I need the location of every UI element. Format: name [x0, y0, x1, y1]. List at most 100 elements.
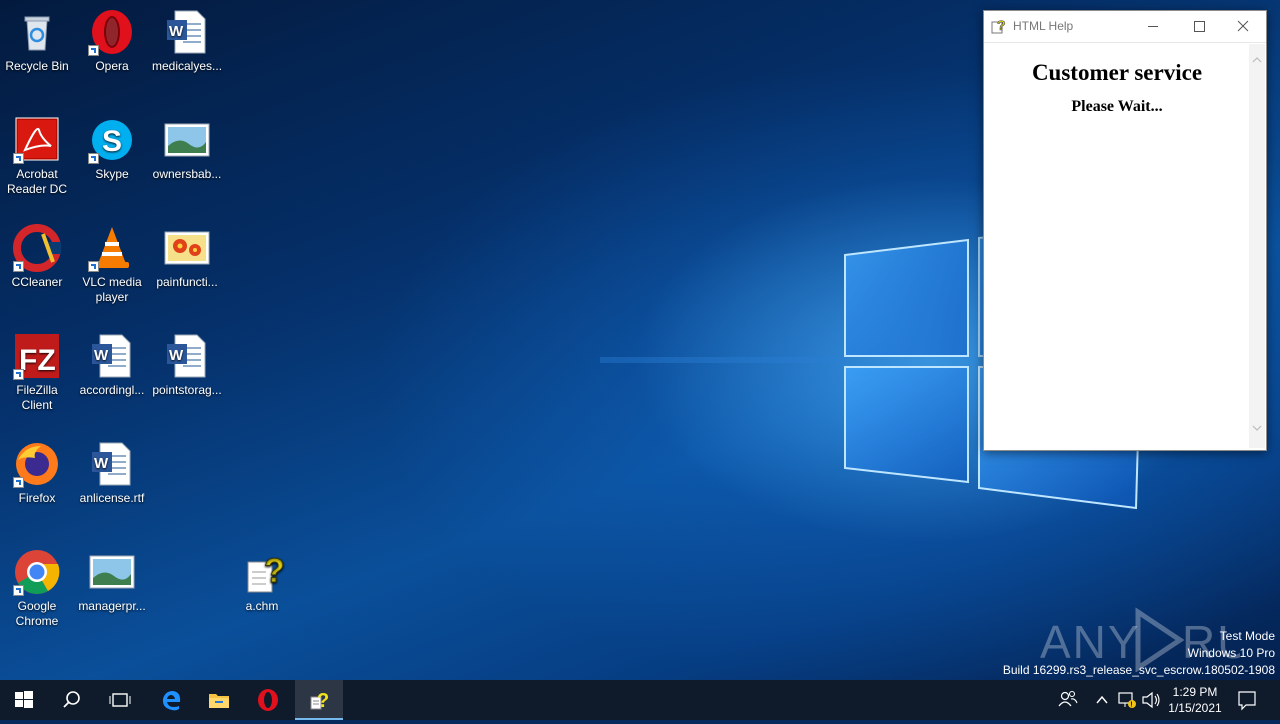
close-button[interactable] — [1220, 11, 1266, 42]
desktop-icon-chrome[interactable]: Google Chrome — [1, 548, 73, 629]
desktop-icon-vlc[interactable]: VLC media player — [76, 224, 148, 305]
desktop-icon-label: pointstorag... — [152, 383, 222, 397]
desktop-icon-label: Skype — [95, 167, 129, 181]
help-heading: Customer service — [1031, 60, 1203, 85]
svg-text:W: W — [94, 455, 109, 472]
taskbar: ? ! 1:29 PM 1/15/2021 — [0, 680, 1280, 720]
volume-icon — [1142, 691, 1160, 709]
svg-text:W: W — [169, 23, 184, 40]
window-title: HTML Help — [1013, 19, 1074, 33]
desktop-icon-accordingl[interactable]: W accordingl... — [76, 332, 148, 398]
watermark-line: Windows 10 Pro — [1187, 646, 1275, 660]
clock[interactable]: 1:29 PM 1/15/2021 — [1164, 684, 1226, 716]
window-titlebar[interactable]: ? HTML Help — [984, 11, 1266, 43]
image-file-icon — [88, 548, 136, 596]
minimize-icon — [1148, 26, 1158, 27]
acrobat-reader-icon — [13, 116, 61, 164]
action-center-button[interactable] — [1234, 680, 1260, 720]
desktop-icon-label: VLC media player — [82, 275, 142, 304]
svg-text:!: ! — [1130, 702, 1132, 709]
task-view-icon — [109, 693, 131, 707]
filezilla-icon: FZ — [13, 332, 61, 380]
desktop-icon-anlicense[interactable]: W anlicense.rtf — [76, 440, 148, 506]
desktop-icon-ownersbab[interactable]: ownersbab... — [151, 116, 223, 182]
word-document-icon: W — [88, 440, 136, 488]
svg-text:W: W — [94, 347, 109, 364]
desktop-icon-label: CCleaner — [11, 275, 63, 289]
windows-watermark: Test Mode Windows 10 Pro Build 16299.rs3… — [1003, 628, 1275, 679]
minimize-button[interactable] — [1130, 11, 1176, 42]
desktop-icon-acrobat[interactable]: Acrobat Reader DC — [1, 116, 73, 197]
help-subheading: Please Wait... — [1071, 98, 1163, 115]
desktop-icon-medicalyes[interactable]: W medicalyes... — [151, 8, 223, 74]
svg-text:?: ? — [997, 18, 1006, 33]
desktop-icon-managerpr[interactable]: managerpr... — [76, 548, 148, 614]
volume-button[interactable] — [1140, 680, 1162, 720]
search-icon — [63, 691, 80, 708]
maximize-icon — [1194, 21, 1205, 32]
desktop-icon-skype[interactable]: S Skype — [76, 116, 148, 182]
desktop-icon-label: Opera — [95, 59, 129, 73]
word-document-icon: W — [163, 8, 211, 56]
desktop-icon-pointstorag[interactable]: W pointstorag... — [151, 332, 223, 398]
opera-icon — [258, 689, 278, 711]
clock-time: 1:29 PM — [1172, 685, 1218, 699]
image-file-icon — [163, 224, 211, 272]
scroll-down-icon[interactable] — [1249, 420, 1265, 436]
desktop[interactable]: Recycle Bin Acrobat Reader DC CCleaner F… — [0, 0, 1280, 680]
people-button[interactable] — [1056, 680, 1080, 720]
desktop-icon-recycle-bin[interactable]: Recycle Bin — [1, 8, 73, 74]
clock-date: 1/15/2021 — [1168, 701, 1222, 715]
svg-text:?: ? — [264, 552, 285, 590]
html-help-taskbar-button[interactable]: ? — [295, 680, 343, 720]
desktop-icon-label: Google Chrome — [15, 599, 59, 628]
edge-button[interactable] — [147, 680, 195, 720]
word-document-icon: W — [163, 332, 211, 380]
opera-icon — [88, 8, 136, 56]
html-help-icon: ? — [310, 690, 329, 712]
image-file-icon — [163, 116, 211, 164]
desktop-icon-ccleaner[interactable]: CCleaner — [1, 224, 73, 290]
maximize-button[interactable] — [1176, 11, 1222, 42]
action-center-icon — [1238, 691, 1256, 711]
svg-text:?: ? — [317, 690, 329, 712]
ccleaner-icon — [13, 224, 61, 272]
people-icon — [1058, 690, 1078, 707]
close-icon — [1237, 20, 1249, 32]
svg-text:S: S — [102, 125, 122, 158]
network-icon: ! — [1118, 692, 1136, 709]
chrome-icon — [13, 548, 61, 596]
desktop-icon-opera[interactable]: Opera — [76, 8, 148, 74]
word-document-icon: W — [88, 332, 136, 380]
desktop-icon-label: managerpr... — [78, 599, 146, 613]
desktop-icon-label: accordingl... — [79, 383, 145, 397]
desktop-icon-label: FileZilla Client — [16, 383, 58, 412]
recycle-bin-icon — [13, 8, 61, 56]
desktop-icon-label: a.chm — [245, 599, 279, 613]
opera-taskbar-button[interactable] — [244, 680, 292, 720]
desktop-icon-painfuncti[interactable]: painfuncti... — [151, 224, 223, 290]
start-button[interactable] — [0, 680, 48, 720]
desktop-icon-label: anlicense.rtf — [79, 491, 145, 505]
skype-icon: S — [88, 116, 136, 164]
svg-text:FZ: FZ — [19, 344, 56, 377]
desktop-icon-label: medicalyes... — [152, 59, 223, 73]
vertical-scrollbar[interactable] — [1249, 44, 1265, 448]
desktop-icon-firefox[interactable]: Firefox — [1, 440, 73, 506]
scroll-up-icon[interactable] — [1249, 52, 1265, 68]
firefox-icon — [13, 440, 61, 488]
file-explorer-button[interactable] — [195, 680, 243, 720]
desktop-icon-a-chm[interactable]: ? a.chm — [226, 548, 298, 614]
search-button[interactable] — [48, 680, 96, 720]
desktop-icon-filezilla[interactable]: FZ FileZilla Client — [1, 332, 73, 413]
desktop-icon-label: ownersbab... — [152, 167, 222, 181]
task-view-button[interactable] — [96, 680, 144, 720]
html-help-window[interactable]: ? HTML Help Customer service Please Wait… — [983, 10, 1267, 451]
svg-text:W: W — [169, 347, 184, 364]
vlc-icon — [88, 224, 136, 272]
network-button[interactable]: ! — [1116, 680, 1138, 720]
html-help-icon: ? — [991, 18, 1006, 34]
start-icon — [15, 691, 33, 708]
help-content: Customer service Please Wait... — [986, 44, 1248, 448]
show-hidden-icons-button[interactable] — [1092, 680, 1112, 720]
